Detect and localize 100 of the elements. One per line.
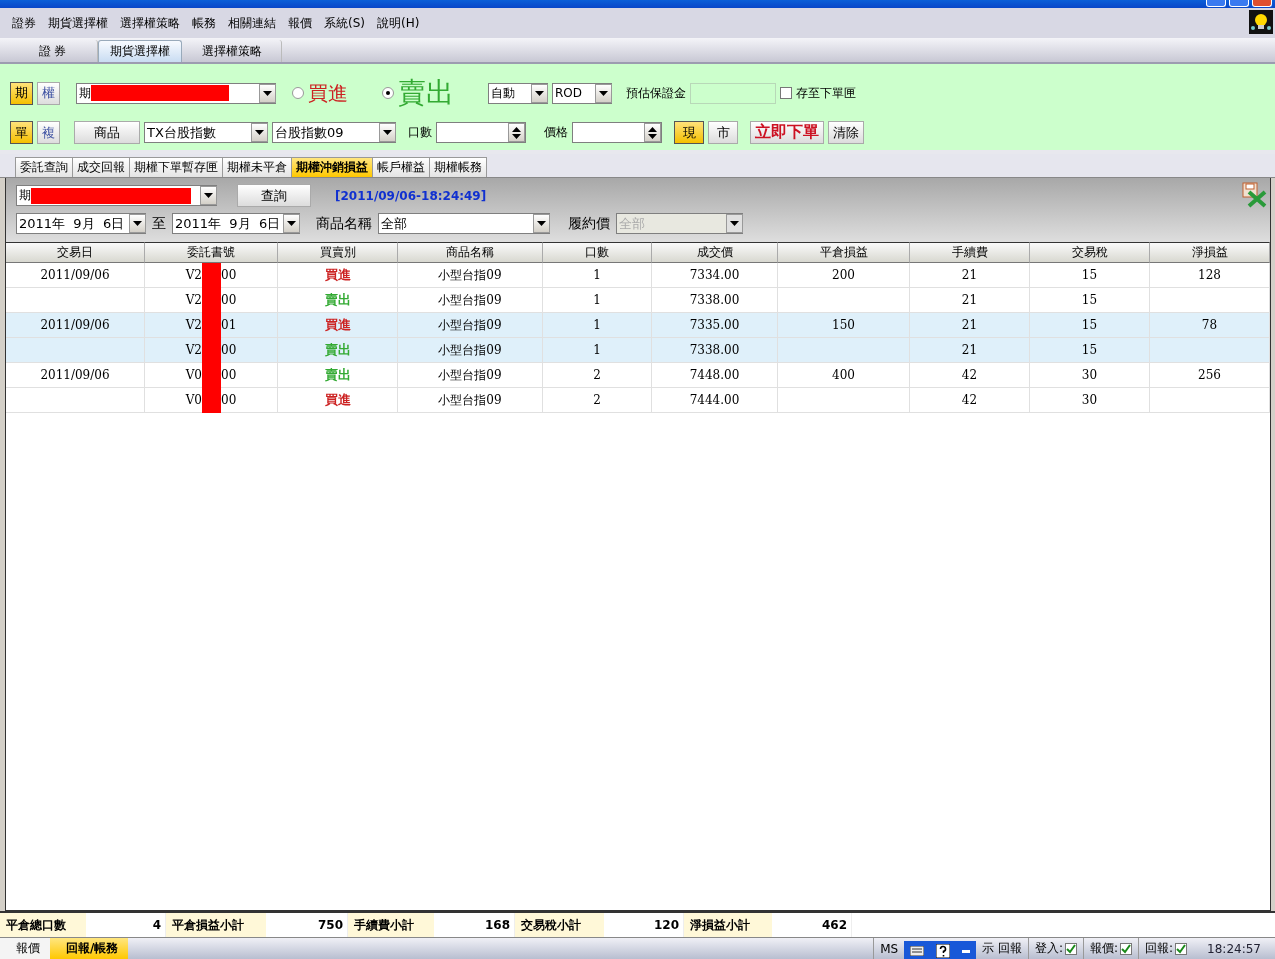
- table-cell: 小型台指09: [398, 263, 543, 288]
- menu-item[interactable]: 證券: [12, 14, 44, 32]
- table-cell: 21: [910, 338, 1030, 363]
- query-button[interactable]: 查詢: [237, 184, 311, 207]
- column-header[interactable]: 交易日: [6, 242, 145, 263]
- menu-item[interactable]: 帳務: [192, 14, 224, 32]
- bottom-tab[interactable]: 回報/帳務: [50, 938, 129, 959]
- column-header[interactable]: 手續費: [910, 242, 1030, 263]
- summary-label: 手續費小計: [348, 913, 434, 937]
- dropdown-caret-icon[interactable]: [263, 90, 272, 96]
- table-cell: 21: [910, 263, 1030, 288]
- close-button[interactable]: [1252, 0, 1272, 7]
- strike-label: 履約價: [568, 214, 610, 233]
- order-number-end: 00: [221, 293, 237, 307]
- margin-field[interactable]: [690, 82, 776, 104]
- column-header[interactable]: 平倉損益: [778, 242, 910, 263]
- help-icon[interactable]: [936, 944, 951, 958]
- status-text: 示 回報: [981, 940, 1023, 957]
- side-text: 買進: [324, 316, 351, 334]
- table-cell: 7338.00: [652, 288, 778, 313]
- product-button[interactable]: 商品: [74, 121, 140, 144]
- column-header[interactable]: 委託書號: [145, 242, 278, 263]
- bottom-tab[interactable]: 報價: [0, 938, 50, 959]
- sub-tab[interactable]: 期權沖銷損益: [291, 157, 373, 177]
- floating-toolbar[interactable]: [904, 941, 977, 959]
- table-cell: 2: [543, 363, 652, 388]
- menu-item[interactable]: 說明(H): [377, 14, 428, 32]
- account-dropdown[interactable]: 期: [16, 185, 217, 206]
- column-header[interactable]: 交易稅: [1030, 242, 1150, 263]
- minimize-icon[interactable]: [962, 949, 971, 953]
- lightbulb-icon[interactable]: [1249, 10, 1273, 34]
- dropdown-caret-icon[interactable]: [255, 130, 264, 135]
- sub-tab[interactable]: 期權下單暫存匣: [129, 157, 223, 177]
- column-header[interactable]: 商品名稱: [398, 242, 543, 263]
- main-tab[interactable]: 選擇權策略: [182, 40, 282, 62]
- menu-item[interactable]: 系統(S): [324, 14, 373, 32]
- toggle-button[interactable]: 期: [10, 81, 33, 105]
- radio-button[interactable]: [292, 87, 304, 99]
- dropdown-caret-icon[interactable]: [383, 130, 392, 135]
- clear-button[interactable]: 清除: [828, 121, 864, 144]
- main-tab[interactable]: 期貨選擇權: [98, 40, 182, 62]
- excel-export-icon[interactable]: [1241, 182, 1267, 208]
- keyboard-icon[interactable]: [910, 946, 925, 956]
- status-label: 登入:: [1034, 940, 1063, 957]
- side-text: 賣出: [324, 291, 351, 309]
- product-dropdown[interactable]: 全部: [378, 213, 550, 234]
- sub-tab[interactable]: 期權帳務: [429, 157, 487, 177]
- toggle-button[interactable]: 複: [37, 121, 60, 144]
- table-cell: 400: [778, 363, 910, 388]
- order-number-start: V2: [185, 318, 202, 332]
- order-number-end: 00: [221, 343, 237, 357]
- order-number-start: V2: [185, 268, 202, 282]
- table-cell: 2: [543, 388, 652, 413]
- minimize-button[interactable]: [1206, 0, 1226, 7]
- dropdown-caret-icon[interactable]: [204, 193, 213, 198]
- order-number-start: V2: [185, 293, 202, 307]
- dropdown-caret-icon[interactable]: [537, 221, 546, 226]
- dropdown-caret-icon[interactable]: [133, 221, 142, 226]
- sub-tab[interactable]: 期權未平倉: [222, 157, 292, 177]
- date-picker[interactable]: 2011年 9月 6日: [16, 213, 146, 234]
- quantity-label: 口數: [408, 124, 432, 141]
- maximize-button[interactable]: [1229, 0, 1249, 7]
- table-cell: 15: [1030, 338, 1150, 363]
- mode-dropdown[interactable]: 自動: [488, 82, 548, 104]
- date-picker[interactable]: 2011年 9月 6日: [172, 213, 300, 234]
- price-type-button[interactable]: 現: [674, 121, 704, 144]
- menu-item[interactable]: 報價: [288, 14, 320, 32]
- sub-tab[interactable]: 成交回報: [72, 157, 130, 177]
- toggle-button[interactable]: 單: [10, 121, 33, 144]
- sub-tab[interactable]: 帳戶權益: [372, 157, 430, 177]
- table-cell: 15: [1030, 263, 1150, 288]
- column-header[interactable]: 成交價: [652, 242, 778, 263]
- table-cell: 15: [1030, 313, 1150, 338]
- contract-dropdown[interactable]: 台股指數09: [272, 122, 396, 143]
- product-dropdown[interactable]: TX台股指數: [144, 122, 268, 143]
- column-header[interactable]: 口數: [543, 242, 652, 263]
- tif-dropdown[interactable]: ROD: [552, 82, 612, 104]
- dropdown-caret-icon[interactable]: [535, 90, 544, 96]
- checkbox[interactable]: [780, 87, 792, 99]
- quantity-spinner[interactable]: [436, 122, 526, 143]
- price-spinner[interactable]: [572, 122, 662, 143]
- toggle-button[interactable]: 權: [37, 81, 60, 105]
- table-cell: 42: [910, 388, 1030, 413]
- menu-item[interactable]: 相關連結: [228, 14, 284, 32]
- radio-button[interactable]: [382, 87, 394, 99]
- menu-item[interactable]: 期貨選擇權: [48, 14, 116, 32]
- table-cell: 2011/09/06: [6, 363, 145, 388]
- account-dropdown[interactable]: 期: [76, 82, 276, 104]
- table-cell: 小型台指09: [398, 338, 543, 363]
- sub-tab[interactable]: 委託查詢: [15, 157, 73, 177]
- order-number-start: V0: [185, 368, 202, 382]
- dropdown-caret-icon[interactable]: [287, 221, 296, 226]
- menu-item[interactable]: 選擇權策略: [120, 14, 188, 32]
- submit-order-button[interactable]: 立即下單: [750, 121, 824, 144]
- dropdown-caret-icon[interactable]: [599, 90, 608, 96]
- table-cell: 1: [543, 288, 652, 313]
- to-label: 至: [152, 214, 166, 233]
- price-type-button[interactable]: 市: [708, 121, 738, 144]
- column-header[interactable]: 淨損益: [1150, 242, 1270, 263]
- column-header[interactable]: 買賣別: [278, 242, 398, 263]
